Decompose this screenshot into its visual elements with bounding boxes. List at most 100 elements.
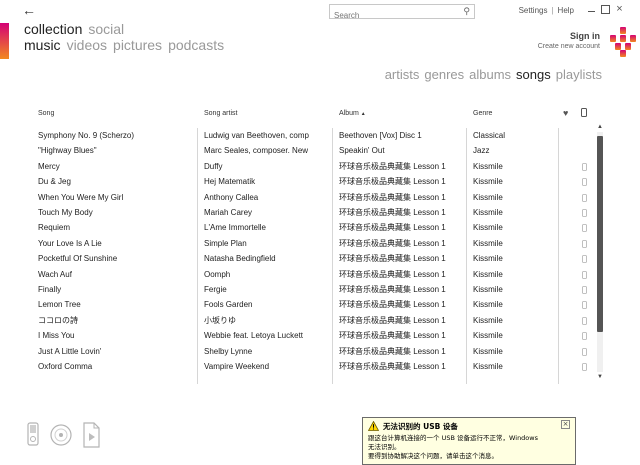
artist-cell: Fergie — [204, 285, 227, 294]
album-cell: Beethoven [Vox] Disc 1 — [339, 131, 422, 140]
song-cell: Touch My Body — [38, 208, 93, 217]
balloon-message-line: 无法识别。 — [368, 443, 401, 451]
subnav-artists[interactable]: artists — [385, 67, 420, 82]
close-button[interactable]: × — [615, 4, 624, 15]
artist-cell: Vampire Weekend — [204, 362, 270, 371]
artist-cell: Duffy — [204, 161, 223, 171]
column-header-song[interactable]: Song — [38, 110, 54, 117]
playlist-file-icon[interactable] — [80, 422, 102, 448]
subnav-playlists[interactable]: playlists — [556, 67, 602, 82]
subnav-songs[interactable]: songs — [516, 67, 551, 82]
sign-in-link[interactable]: Sign in — [570, 31, 600, 41]
subnav-albums[interactable]: albums — [469, 67, 511, 82]
album-cell: 环球音乐极品典藏集 Lesson 1 — [339, 254, 446, 264]
top-links: Settings | Help — [519, 6, 574, 15]
song-cell: When You Were My Girl — [38, 192, 124, 202]
usb-notification-balloon[interactable]: 无法识别的 USB 设备 × 跟这台计算机连接的一个 USB 设备运行不正常，W… — [362, 417, 576, 465]
song-cell: Finally — [38, 285, 62, 294]
scroll-up-arrow-icon[interactable]: ▲ — [596, 123, 604, 131]
heart-icon[interactable]: ♥ — [563, 108, 568, 118]
artist-cell: Hej Matematik — [204, 177, 256, 187]
sub-navigation: artists genres albums songs playlists — [380, 67, 602, 82]
song-cell: Du & Jeg — [38, 177, 71, 187]
device-column-header[interactable] — [581, 108, 587, 119]
genre-cell: Classical — [473, 131, 506, 140]
song-cell: Pocketful Of Sunshine — [38, 254, 118, 264]
table-row[interactable]: Symphony No. 9 (Scherzo) Ludwig van Beeth… — [0, 128, 600, 143]
pivot-primary: collection social — [24, 21, 130, 37]
album-cell: 环球音乐极品典藏集 Lesson 1 — [339, 362, 446, 371]
artist-cell: Oomph — [204, 269, 231, 279]
artist-cell: Fools Garden — [204, 300, 253, 310]
balloon-message-line: 要得到协助解决这个问题，请单击这个消息。 — [368, 452, 498, 460]
balloon-close-icon[interactable]: × — [561, 420, 570, 429]
table-row[interactable]: Mercy Duffy 环球音乐极品典藏集 Lesson 1 Kissmile — [0, 159, 600, 174]
scrollbar-thumb[interactable] — [597, 136, 603, 332]
pivot-collection[interactable]: collection — [24, 21, 82, 37]
search-input[interactable] — [330, 9, 455, 22]
album-cell: 环球音乐极品典藏集 Lesson 1 — [339, 238, 446, 248]
genre-cell: Kissmile — [473, 177, 503, 187]
table-row[interactable]: Requiem L'Ame Immortelle 环球音乐极品典藏集 Lesson … — [0, 220, 600, 235]
column-header-genre[interactable]: Genre — [473, 110, 492, 117]
song-cell: Just A Little Lovin' — [38, 346, 102, 356]
album-cell: 环球音乐极品典藏集 Lesson 1 — [339, 177, 446, 187]
table-row[interactable]: Finally Fergie 环球音乐极品典藏集 Lesson 1 Kissmile — [0, 282, 600, 297]
disc-icon[interactable] — [50, 422, 72, 448]
table-row[interactable]: Wach Auf Oomph 环球音乐极品典藏集 Lesson 1 Kissmile — [0, 267, 600, 282]
album-cell: 环球音乐极品典藏集 Lesson 1 — [339, 161, 446, 171]
device-status-icon — [582, 362, 590, 377]
table-row[interactable]: When You Were My Girl Anthony Callea 环球音乐极… — [0, 190, 600, 205]
pivot-social[interactable]: social — [88, 21, 124, 37]
album-cell: 环球音乐极品典藏集 Lesson 1 — [339, 269, 446, 279]
search-box[interactable]: ⚲ — [329, 4, 475, 22]
table-row[interactable]: Du & Jeg Hej Matematik 环球音乐极品典藏集 Lesson 1 K… — [0, 174, 600, 189]
song-cell: Requiem — [38, 223, 71, 233]
table-row[interactable]: I Miss You Webbie feat. Letoya Luckett 环球音… — [0, 328, 600, 343]
artist-cell: Shelby Lynne — [204, 346, 253, 356]
genre-cell: Kissmile — [473, 192, 503, 202]
table-row[interactable]: Your Love Is A Lie Simple Plan 环球音乐极品典藏集 L… — [0, 236, 600, 251]
device-icon — [581, 108, 587, 117]
song-cell: "Highway Blues" — [38, 146, 97, 156]
song-cell: Lemon Tree — [38, 300, 81, 310]
table-row[interactable]: Just A Little Lovin' Shelby Lynne 环球音乐极品典藏… — [0, 344, 600, 359]
artist-cell: Ludwig van Beethoven, comp — [204, 131, 309, 140]
pivot-music[interactable]: music — [24, 37, 61, 53]
search-icon[interactable]: ⚲ — [463, 6, 470, 17]
column-header-artist[interactable]: Song artist — [204, 110, 237, 117]
table-row[interactable]: Oxford Comma Vampire Weekend 环球音乐极品典藏集 Les… — [0, 359, 600, 374]
scroll-down-arrow-icon[interactable]: ▼ — [596, 373, 604, 381]
subnav-genres[interactable]: genres — [424, 67, 464, 82]
artist-cell: 小坂りゆ — [204, 315, 236, 325]
table-row[interactable]: Pocketful Of Sunshine Natasha Bedingfield… — [0, 251, 600, 266]
genre-cell: Kissmile — [473, 315, 503, 325]
maximize-button[interactable] — [601, 5, 610, 14]
table-row[interactable]: Lemon Tree Fools Garden 环球音乐极品典藏集 Lesson 1… — [0, 297, 600, 312]
song-cell: ココロの詩 — [38, 315, 78, 325]
column-header-album[interactable]: Album ▲ — [339, 110, 366, 117]
column-header-album-label: Album — [339, 110, 359, 117]
player-device-icon[interactable] — [22, 422, 44, 448]
help-link[interactable]: Help — [558, 6, 574, 15]
warning-icon — [368, 421, 379, 431]
table-row[interactable]: "Highway Blues" Marc Seales, composer. Ne… — [0, 143, 600, 158]
genre-cell: Kissmile — [473, 223, 503, 233]
minimize-button[interactable] — [587, 5, 596, 14]
artist-cell: Simple Plan — [204, 238, 247, 248]
settings-link[interactable]: Settings — [519, 6, 548, 15]
table-row[interactable]: Touch My Body Mariah Carey 环球音乐极品典藏集 Lesso… — [0, 205, 600, 220]
album-cell: Speakin' Out — [339, 146, 385, 156]
table-header: Song Song artist Album ▲ Genre ♥ — [0, 106, 640, 122]
balloon-message: 跟这台计算机连接的一个 USB 设备运行不正常，Windows 无法识别。 要得到协… — [368, 434, 573, 461]
song-cell: Your Love Is A Lie — [38, 238, 102, 248]
pivot-podcasts[interactable]: podcasts — [168, 37, 224, 53]
back-button[interactable]: ← — [22, 3, 40, 17]
pivot-pictures[interactable]: pictures — [113, 37, 162, 53]
create-account-link[interactable]: Create new account — [538, 43, 600, 50]
table-row[interactable]: ココロの詩 小坂りゆ 环球音乐极品典藏集 Lesson 1 Kissmile — [0, 313, 600, 328]
genre-cell: Jazz — [473, 146, 490, 156]
song-cell: Symphony No. 9 (Scherzo) — [38, 131, 135, 140]
pivot-videos[interactable]: videos — [67, 37, 107, 53]
artist-cell: Webbie feat. Letoya Luckett — [204, 331, 304, 341]
